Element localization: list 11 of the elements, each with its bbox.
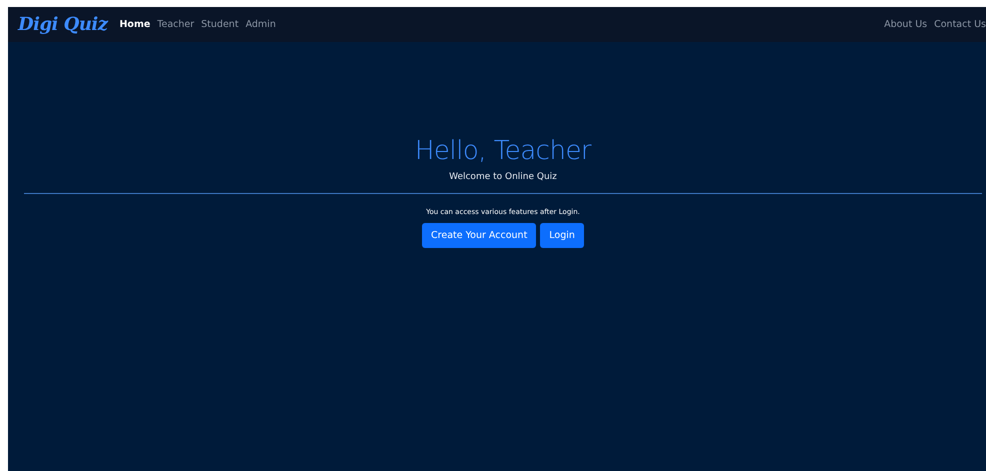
hero-subtitle: Welcome to Online Quiz [449, 172, 557, 182]
nav-link[interactable]: Home [119, 19, 150, 30]
login-button[interactable]: Login [540, 223, 584, 248]
hero-title: Hello, Teacher [414, 136, 592, 166]
nav-link[interactable]: Teacher [157, 19, 194, 30]
nav-link[interactable]: Contact Us [934, 19, 986, 30]
brand-logo[interactable]: Digi Quiz [18, 14, 108, 35]
nav-link[interactable]: About Us [884, 19, 928, 30]
nav-link[interactable]: Admin [246, 19, 276, 30]
create-account-button[interactable]: Create Your Account [422, 223, 536, 248]
nav-link[interactable]: Student [201, 19, 239, 30]
